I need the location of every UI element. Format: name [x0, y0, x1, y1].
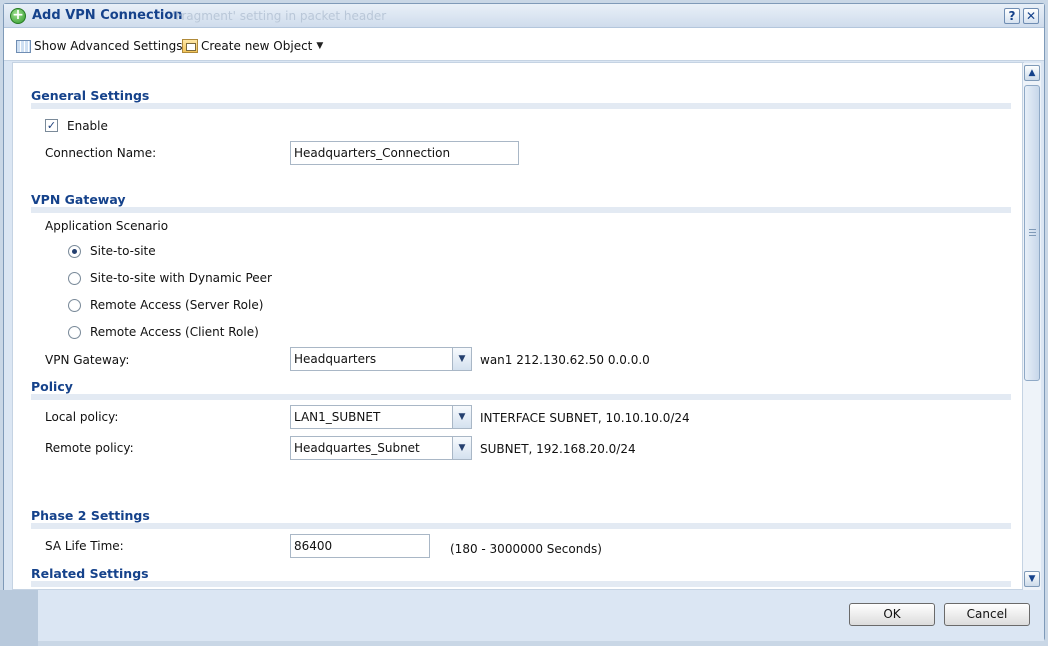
- scenario-label: Remote Access (Client Role): [90, 325, 259, 339]
- section-divider: [31, 103, 1011, 109]
- local-policy-label: Local policy:: [45, 410, 119, 424]
- policy-heading: Policy: [31, 379, 73, 394]
- add-vpn-connection-dialog: + Add VPN Connection 'Fragment' setting …: [3, 3, 1045, 641]
- connection-name-input[interactable]: Headquarters_Connection: [290, 141, 519, 165]
- object-icon: [182, 39, 198, 53]
- enable-label: Enable: [67, 119, 108, 133]
- show-advanced-settings-label: Show Advanced Settings: [34, 39, 183, 53]
- help-button[interactable]: ?: [1004, 8, 1020, 24]
- sa-life-time-range: (180 - 3000000 Seconds): [450, 542, 602, 556]
- scenario-label: Remote Access (Server Role): [90, 298, 264, 312]
- vpn-gateway-label: VPN Gateway:: [45, 353, 130, 367]
- scrollbar-thumb[interactable]: [1024, 85, 1040, 381]
- toolbar: Show Advanced Settings Create new Object…: [4, 28, 1044, 61]
- sa-life-time-input[interactable]: 86400: [290, 534, 430, 558]
- scenario-dynamic-peer-radio[interactable]: [68, 272, 81, 285]
- vertical-scrollbar[interactable]: ▲ ▼: [1022, 63, 1041, 590]
- chevron-down-icon: ▼: [452, 406, 471, 428]
- settings-panel: General Settings ✓ Enable Connection Nam…: [12, 62, 1024, 590]
- scenario-label: Site-to-site with Dynamic Peer: [90, 271, 272, 285]
- scenario-site-to-site-radio[interactable]: [68, 245, 81, 258]
- related-settings-heading: Related Settings: [31, 566, 149, 581]
- title-bar: + Add VPN Connection 'Fragment' setting …: [4, 4, 1044, 28]
- application-scenario-label: Application Scenario: [45, 219, 169, 233]
- cancel-button[interactable]: Cancel: [944, 603, 1030, 626]
- section-divider: [31, 523, 1011, 529]
- remote-policy-select[interactable]: Headquartes_Subnet ▼: [290, 436, 472, 460]
- remote-policy-label: Remote policy:: [45, 441, 134, 455]
- chevron-down-icon: ▼: [452, 437, 471, 459]
- dialog-footer: OK Cancel: [4, 591, 1044, 641]
- background-window-edge: [0, 590, 38, 646]
- dialog-title: Add VPN Connection: [32, 8, 183, 23]
- vpn-gateway-info: wan1 212.130.62.50 0.0.0.0: [480, 353, 650, 367]
- vpn-gateway-select[interactable]: Headquarters ▼: [290, 347, 472, 371]
- connection-name-label: Connection Name:: [45, 146, 157, 160]
- local-policy-info: INTERFACE SUBNET, 10.10.10.0/24: [480, 411, 690, 425]
- section-divider: [31, 207, 1011, 213]
- remote-policy-info: SUBNET, 192.168.20.0/24: [480, 442, 636, 456]
- sa-life-time-label: SA Life Time:: [45, 539, 124, 553]
- table-icon: [16, 39, 31, 53]
- scroll-up-icon[interactable]: ▲: [1024, 65, 1040, 81]
- create-new-object-menu[interactable]: Create new Object ▼: [182, 39, 323, 53]
- scenario-remote-client-radio[interactable]: [68, 326, 81, 339]
- close-button[interactable]: ✕: [1023, 8, 1039, 24]
- add-icon: +: [10, 8, 26, 24]
- scenario-remote-server-radio[interactable]: [68, 299, 81, 312]
- scenario-label: Site-to-site: [90, 244, 156, 258]
- local-policy-value: LAN1_SUBNET: [294, 410, 381, 424]
- phase2-settings-heading: Phase 2 Settings: [31, 508, 150, 523]
- create-new-object-label: Create new Object: [201, 39, 313, 53]
- grip-icon: [1029, 229, 1036, 237]
- section-divider: [31, 394, 1011, 400]
- show-advanced-settings-button[interactable]: Show Advanced Settings: [16, 39, 183, 53]
- enable-checkbox[interactable]: ✓: [45, 119, 58, 132]
- chevron-down-icon: ▼: [316, 41, 324, 51]
- scroll-down-icon[interactable]: ▼: [1024, 571, 1040, 587]
- vpn-gateway-value: Headquarters: [294, 352, 377, 366]
- chevron-down-icon: ▼: [452, 348, 471, 370]
- local-policy-select[interactable]: LAN1_SUBNET ▼: [290, 405, 472, 429]
- ok-button[interactable]: OK: [849, 603, 935, 626]
- background-ghost-text: 'Fragment' setting in packet header: [172, 9, 387, 23]
- section-divider: [31, 581, 1011, 587]
- remote-policy-value: Headquartes_Subnet: [294, 441, 420, 455]
- vpn-gateway-heading: VPN Gateway: [31, 192, 126, 207]
- general-settings-heading: General Settings: [31, 88, 150, 103]
